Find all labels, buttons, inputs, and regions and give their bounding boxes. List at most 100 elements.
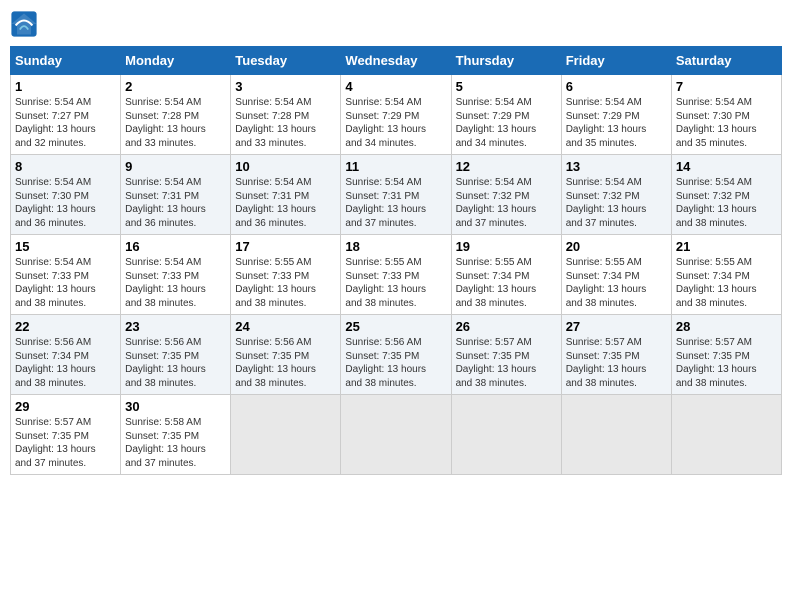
day-info: Sunrise: 5:57 AM Sunset: 7:35 PM Dayligh… [456, 336, 557, 390]
day-cell: 9Sunrise: 5:54 AM Sunset: 7:31 PM Daylig… [121, 155, 231, 235]
day-info: Sunrise: 5:54 AM Sunset: 7:33 PM Dayligh… [15, 256, 116, 310]
day-cell [451, 395, 561, 475]
day-info: Sunrise: 5:54 AM Sunset: 7:33 PM Dayligh… [125, 256, 226, 310]
day-info: Sunrise: 5:54 AM Sunset: 7:29 PM Dayligh… [566, 96, 667, 150]
column-header-saturday: Saturday [671, 47, 781, 75]
column-header-tuesday: Tuesday [231, 47, 341, 75]
day-info: Sunrise: 5:56 AM Sunset: 7:35 PM Dayligh… [125, 336, 226, 390]
day-info: Sunrise: 5:54 AM Sunset: 7:30 PM Dayligh… [15, 176, 116, 230]
day-info: Sunrise: 5:55 AM Sunset: 7:33 PM Dayligh… [235, 256, 336, 310]
column-header-monday: Monday [121, 47, 231, 75]
day-number: 2 [125, 79, 226, 94]
column-header-wednesday: Wednesday [341, 47, 451, 75]
day-cell: 24 Sunrise: 5:56 AM Sunset: 7:35 PM Dayli… [231, 315, 341, 395]
day-cell: 2 Sunrise: 5:54 AM Sunset: 7:28 PM Daylig… [121, 75, 231, 155]
day-cell: 4Sunrise: 5:54 AM Sunset: 7:29 PM Daylig… [341, 75, 451, 155]
day-info: Sunrise: 5:54 AM Sunset: 7:32 PM Dayligh… [456, 176, 557, 230]
day-info: Sunrise: 5:55 AM Sunset: 7:33 PM Dayligh… [345, 256, 446, 310]
day-number: 15 [15, 239, 116, 254]
day-info: Sunrise: 5:56 AM Sunset: 7:35 PM Dayligh… [235, 336, 336, 390]
day-number: 18 [345, 239, 446, 254]
day-cell: 26 Sunrise: 5:57 AM Sunset: 7:35 PM Dayli… [451, 315, 561, 395]
day-info: Sunrise: 5:54 AM Sunset: 7:31 PM Dayligh… [345, 176, 446, 230]
day-info: Sunrise: 5:58 AM Sunset: 7:35 PM Dayligh… [125, 416, 226, 470]
day-info: Sunrise: 5:54 AM Sunset: 7:30 PM Dayligh… [676, 96, 777, 150]
day-cell: 13Sunrise: 5:54 AM Sunset: 7:32 PM Dayli… [561, 155, 671, 235]
day-cell: 20Sunrise: 5:55 AM Sunset: 7:34 PM Dayli… [561, 235, 671, 315]
day-number: 20 [566, 239, 667, 254]
day-info: Sunrise: 5:54 AM Sunset: 7:27 PM Dayligh… [15, 96, 116, 150]
day-number: 25 [345, 319, 446, 334]
day-number: 9 [125, 159, 226, 174]
day-cell: 14 Sunrise: 5:54 AM Sunset: 7:32 PM Dayli… [671, 155, 781, 235]
day-number: 10 [235, 159, 336, 174]
day-cell: 17 Sunrise: 5:55 AM Sunset: 7:33 PM Dayli… [231, 235, 341, 315]
day-cell: 15 Sunrise: 5:54 AM Sunset: 7:33 PM Dayli… [11, 235, 121, 315]
day-number: 8 [15, 159, 116, 174]
day-cell: 19 Sunrise: 5:55 AM Sunset: 7:34 PM Dayli… [451, 235, 561, 315]
day-cell: 16 Sunrise: 5:54 AM Sunset: 7:33 PM Dayli… [121, 235, 231, 315]
day-info: Sunrise: 5:57 AM Sunset: 7:35 PM Dayligh… [676, 336, 777, 390]
header-row: SundayMondayTuesdayWednesdayThursdayFrid… [11, 47, 782, 75]
day-cell: 27 Sunrise: 5:57 AM Sunset: 7:35 PM Dayli… [561, 315, 671, 395]
day-cell: 12 Sunrise: 5:54 AM Sunset: 7:32 PM Dayli… [451, 155, 561, 235]
logo-icon [10, 10, 38, 38]
day-cell: 7 Sunrise: 5:54 AM Sunset: 7:30 PM Daylig… [671, 75, 781, 155]
day-cell [671, 395, 781, 475]
day-cell: 18 Sunrise: 5:55 AM Sunset: 7:33 PM Dayli… [341, 235, 451, 315]
day-number: 19 [456, 239, 557, 254]
day-info: Sunrise: 5:54 AM Sunset: 7:28 PM Dayligh… [235, 96, 336, 150]
day-number: 21 [676, 239, 777, 254]
day-number: 13 [566, 159, 667, 174]
day-cell: 30 Sunrise: 5:58 AM Sunset: 7:35 PM Dayli… [121, 395, 231, 475]
day-number: 14 [676, 159, 777, 174]
day-info: Sunrise: 5:57 AM Sunset: 7:35 PM Dayligh… [566, 336, 667, 390]
day-info: Sunrise: 5:54 AM Sunset: 7:32 PM Dayligh… [676, 176, 777, 230]
day-cell: 8 Sunrise: 5:54 AM Sunset: 7:30 PM Daylig… [11, 155, 121, 235]
week-row-1: 1 Sunrise: 5:54 AM Sunset: 7:27 PM Daylig… [11, 75, 782, 155]
day-cell: 10Sunrise: 5:54 AM Sunset: 7:31 PM Dayli… [231, 155, 341, 235]
day-cell: 21 Sunrise: 5:55 AM Sunset: 7:34 PM Dayli… [671, 235, 781, 315]
day-number: 11 [345, 159, 446, 174]
day-cell: 6 Sunrise: 5:54 AM Sunset: 7:29 PM Daylig… [561, 75, 671, 155]
logo [10, 10, 42, 38]
day-cell: 1 Sunrise: 5:54 AM Sunset: 7:27 PM Daylig… [11, 75, 121, 155]
day-cell: 28 Sunrise: 5:57 AM Sunset: 7:35 PM Dayli… [671, 315, 781, 395]
day-info: Sunrise: 5:55 AM Sunset: 7:34 PM Dayligh… [456, 256, 557, 310]
day-cell: 11 Sunrise: 5:54 AM Sunset: 7:31 PM Dayli… [341, 155, 451, 235]
day-number: 27 [566, 319, 667, 334]
day-cell: 23Sunrise: 5:56 AM Sunset: 7:35 PM Dayli… [121, 315, 231, 395]
day-number: 5 [456, 79, 557, 94]
day-info: Sunrise: 5:54 AM Sunset: 7:28 PM Dayligh… [125, 96, 226, 150]
day-info: Sunrise: 5:54 AM Sunset: 7:29 PM Dayligh… [456, 96, 557, 150]
day-info: Sunrise: 5:55 AM Sunset: 7:34 PM Dayligh… [676, 256, 777, 310]
day-number: 26 [456, 319, 557, 334]
day-number: 30 [125, 399, 226, 414]
day-cell [561, 395, 671, 475]
calendar-table: SundayMondayTuesdayWednesdayThursdayFrid… [10, 46, 782, 475]
column-header-thursday: Thursday [451, 47, 561, 75]
day-cell: 22Sunrise: 5:56 AM Sunset: 7:34 PM Dayli… [11, 315, 121, 395]
column-header-friday: Friday [561, 47, 671, 75]
day-cell [341, 395, 451, 475]
day-cell [231, 395, 341, 475]
day-cell: 25Sunrise: 5:56 AM Sunset: 7:35 PM Dayli… [341, 315, 451, 395]
week-row-5: 29Sunrise: 5:57 AM Sunset: 7:35 PM Dayli… [11, 395, 782, 475]
day-number: 12 [456, 159, 557, 174]
day-number: 28 [676, 319, 777, 334]
day-number: 16 [125, 239, 226, 254]
day-number: 24 [235, 319, 336, 334]
day-number: 29 [15, 399, 116, 414]
day-number: 7 [676, 79, 777, 94]
day-info: Sunrise: 5:56 AM Sunset: 7:34 PM Dayligh… [15, 336, 116, 390]
week-row-4: 22Sunrise: 5:56 AM Sunset: 7:34 PM Dayli… [11, 315, 782, 395]
day-number: 6 [566, 79, 667, 94]
day-cell: 29Sunrise: 5:57 AM Sunset: 7:35 PM Dayli… [11, 395, 121, 475]
day-number: 17 [235, 239, 336, 254]
header [10, 10, 782, 38]
day-number: 3 [235, 79, 336, 94]
week-row-2: 8 Sunrise: 5:54 AM Sunset: 7:30 PM Daylig… [11, 155, 782, 235]
day-number: 4 [345, 79, 446, 94]
day-number: 1 [15, 79, 116, 94]
column-header-sunday: Sunday [11, 47, 121, 75]
